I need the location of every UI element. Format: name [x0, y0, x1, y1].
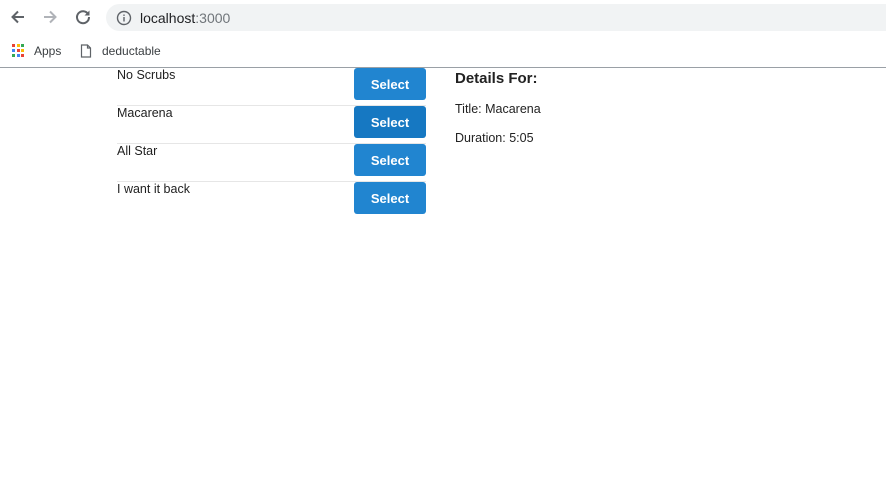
details-panel: Details For: Title: Macarena Duration: 5…: [455, 69, 541, 146]
bookmark-label: deductable: [102, 44, 161, 58]
forward-arrow-icon[interactable]: [39, 6, 61, 28]
details-title: Title: Macarena: [455, 102, 541, 116]
song-row: No Scrubs Select: [117, 68, 426, 106]
details-duration: Duration: 5:05: [455, 131, 534, 145]
select-button[interactable]: Select: [354, 144, 426, 176]
back-arrow-icon[interactable]: [7, 6, 29, 28]
bookmark-apps[interactable]: Apps: [12, 41, 61, 61]
url-text: localhost:3000: [140, 9, 231, 26]
info-icon[interactable]: [116, 10, 132, 26]
address-bar[interactable]: localhost:3000: [106, 4, 886, 31]
song-title: I want it back: [117, 182, 190, 196]
bookmark-label: Apps: [34, 44, 62, 58]
bookmark-deductable[interactable]: deductable: [80, 41, 161, 61]
song-row: I want it back Select: [117, 182, 426, 219]
song-row: All Star Select: [117, 144, 426, 182]
select-button[interactable]: Select: [354, 68, 426, 100]
select-button[interactable]: Select: [354, 106, 426, 138]
page-icon: [80, 44, 92, 58]
reload-icon[interactable]: [72, 6, 94, 28]
song-list: No Scrubs Select Macarena Select All Sta…: [117, 68, 426, 219]
song-title: All Star: [117, 144, 158, 158]
select-button[interactable]: Select: [354, 182, 426, 214]
bookmarks-bar: Apps deductable: [0, 35, 886, 68]
song-title: No Scrubs: [117, 68, 176, 82]
browser-toolbar: localhost:3000: [0, 0, 886, 35]
song-row: Macarena Select: [117, 106, 426, 144]
details-heading: Details For:: [455, 70, 538, 87]
song-title: Macarena: [117, 106, 173, 120]
apps-grid-icon: [12, 44, 26, 58]
